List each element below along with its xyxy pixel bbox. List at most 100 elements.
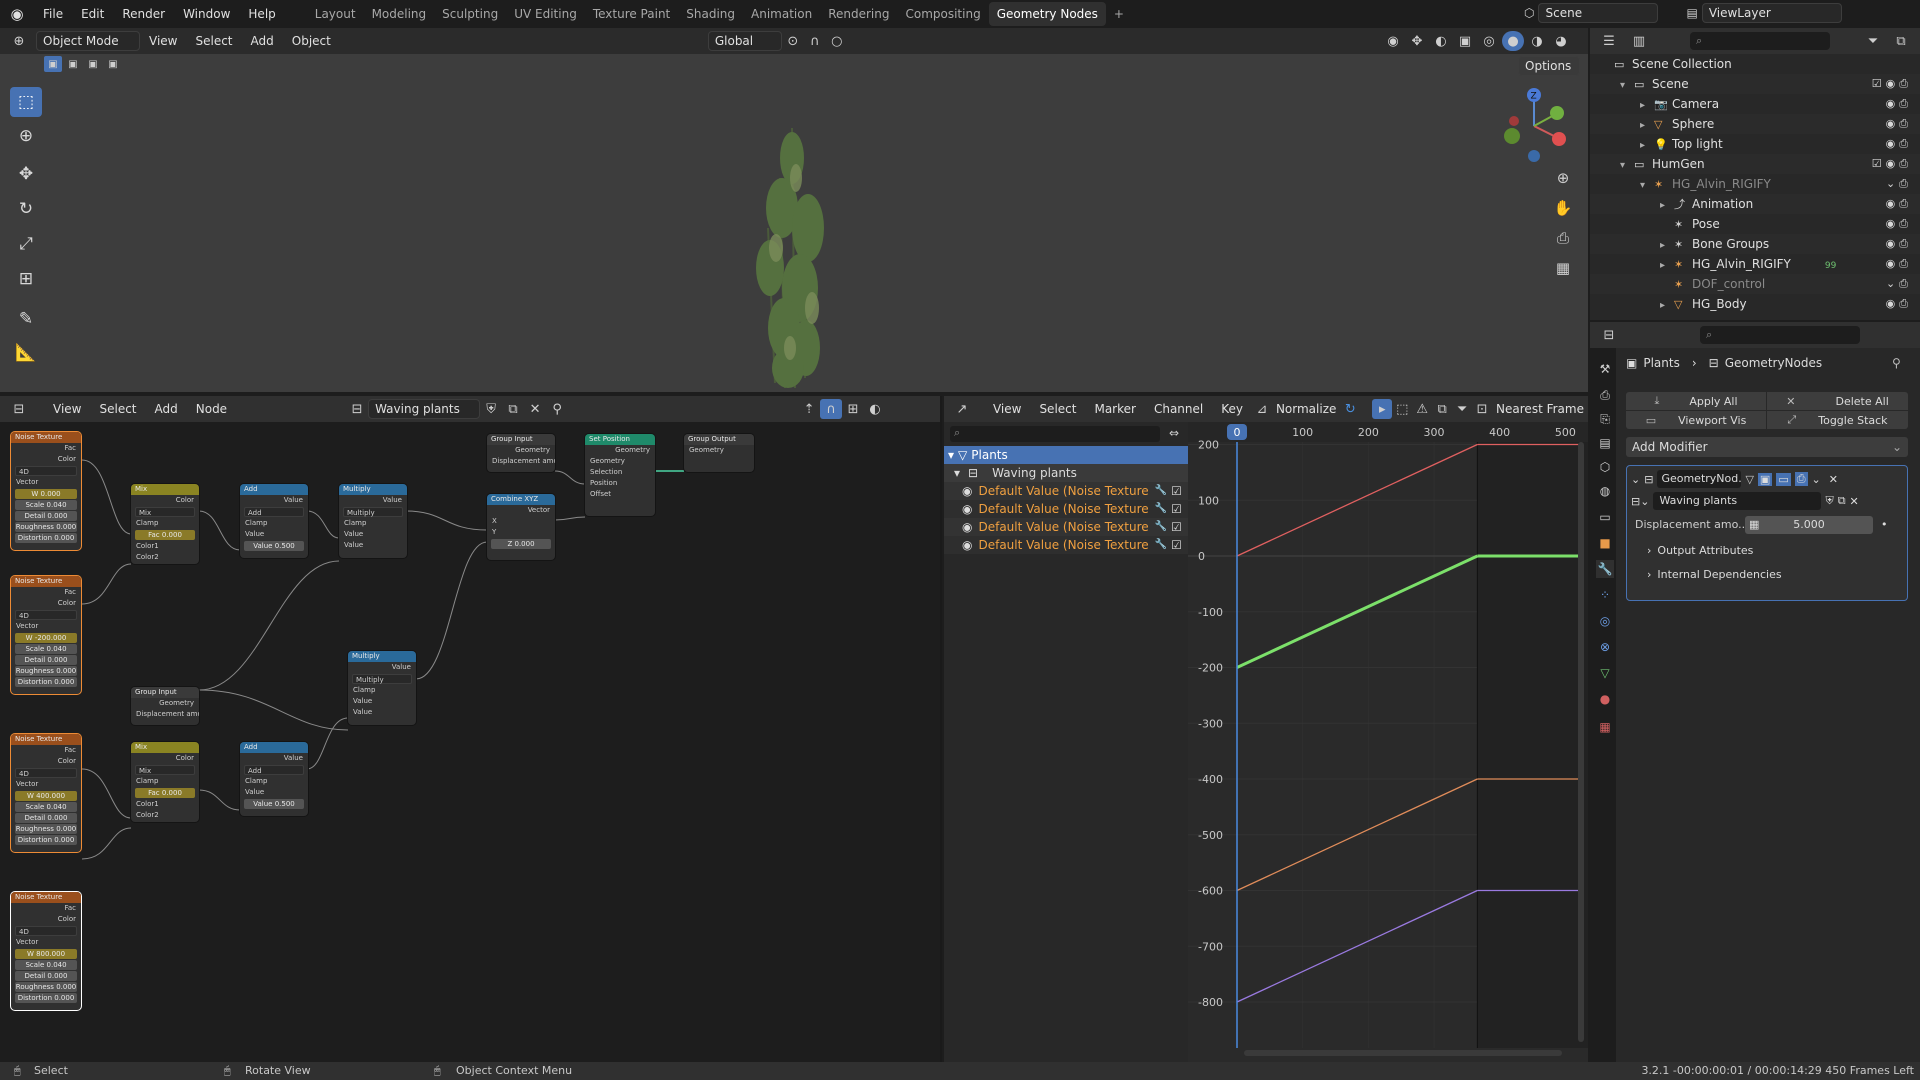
graph-menu-marker[interactable]: Marker (1085, 396, 1144, 422)
fcurve-channel-row[interactable]: ◉Default Value (Noise Texture🔧☑🔓 (944, 536, 1198, 554)
modifier-wrench-icon[interactable]: 🔧 (1155, 482, 1167, 500)
roughness-field[interactable]: Roughness 0.000 (15, 982, 77, 992)
tab-shading[interactable]: Shading (678, 2, 743, 26)
data-tab-icon[interactable]: ▽ (1596, 664, 1614, 682)
gizmo-icon[interactable]: ✥ (1406, 31, 1428, 51)
viewport-menu-view[interactable]: View (140, 28, 186, 54)
detail-field[interactable]: Detail 0.000 (15, 813, 77, 823)
expand-arrow-icon[interactable]: ▸ (1640, 136, 1654, 156)
render-tab-icon[interactable]: ⎙ (1596, 386, 1614, 404)
edit-mode-toggle-icon[interactable]: ▽ (1745, 473, 1753, 486)
duplicate-tree-icon[interactable]: ⧉ (502, 399, 524, 419)
viewport-toggle-icon[interactable]: ▭ (1776, 472, 1791, 486)
collapse-arrow-icon[interactable]: ▾ (1640, 176, 1654, 196)
clamp-checkbox[interactable]: Clamp (348, 685, 416, 696)
expand-arrow-icon[interactable]: ▸ (1660, 236, 1674, 256)
cage-toggle-icon[interactable]: ▣ (1757, 472, 1773, 486)
set-position-node[interactable]: Set Position Geometry Geometry Selection… (585, 434, 655, 516)
outliner-row[interactable]: ▸ ▽ Sphere ◉⎙ (1590, 114, 1920, 134)
mix-node-1[interactable]: Mix Color Mix Clamp Fac 0.000 Color1 Col… (131, 484, 199, 564)
eye-icon[interactable]: ◉ (962, 500, 972, 518)
node-menu-node[interactable]: Node (187, 396, 236, 422)
visibility-toggles[interactable]: ◉⎙ (1886, 114, 1912, 134)
mute-checkbox-icon[interactable]: ☑ (1171, 536, 1182, 554)
select-new-icon[interactable]: ▣ (44, 56, 62, 72)
graph-menu-key[interactable]: Key (1212, 396, 1252, 422)
outliner-filter-icon[interactable]: ⏷ (1862, 31, 1884, 51)
channel-search-input[interactable]: ⌕ (950, 426, 1160, 442)
annotate-tool-icon[interactable]: ✎ (10, 304, 42, 334)
modifier-wrench-icon[interactable]: 🔧 (1155, 500, 1167, 518)
outliner-row[interactable]: ▸ ✶ Bone Groups ◉⎙ (1590, 234, 1920, 254)
menu-edit[interactable]: Edit (72, 0, 113, 28)
scale-field[interactable]: Scale 0.040 (15, 960, 77, 970)
mute-checkbox-icon[interactable]: ☑ (1171, 500, 1182, 518)
collapse-arrow-icon[interactable]: ▾ (1620, 156, 1634, 176)
add-modifier-dropdown[interactable]: Add Modifier ⌄ (1626, 437, 1908, 457)
channel-object-row[interactable]: ▾ ⊟ Waving plants (944, 464, 1188, 482)
snap-grid-icon[interactable]: ⊞ (842, 399, 864, 419)
render-toggle-icon[interactable]: ⎙ (1794, 472, 1808, 486)
world-tab-icon[interactable]: ◍ (1596, 482, 1614, 500)
collapse-icon[interactable]: ⌄ (1631, 473, 1640, 486)
tab-animation[interactable]: Animation (743, 2, 820, 26)
collapse-arrow-icon[interactable]: ▾ (1620, 76, 1634, 96)
noise-texture-node-3[interactable]: Noise Texture Fac Color 4D Vector W 400.… (11, 734, 81, 852)
viewport-3d[interactable]: ⊕ Object Mode View Select Add Object Glo… (0, 28, 1588, 394)
keyframe-dot-icon[interactable]: • (1881, 518, 1888, 531)
move-tool-icon[interactable]: ✥ (10, 159, 42, 189)
rendered-shading-icon[interactable]: ◕ (1550, 31, 1572, 51)
outliner-row[interactable]: ▾ ▭ HumGen ☑◉⎙ (1590, 154, 1920, 174)
detail-field[interactable]: Detail 0.000 (15, 655, 77, 665)
multiply-node-1[interactable]: Multiply Value Multiply Clamp Value Valu… (339, 484, 407, 558)
distortion-field[interactable]: Distortion 0.000 (15, 835, 77, 845)
roughness-field[interactable]: Roughness 0.000 (15, 824, 77, 834)
outliner-row[interactable]: ▸ 💡 Top light ◉⎙ (1590, 134, 1920, 154)
properties-pin-icon[interactable]: ⚲ (1892, 356, 1901, 370)
expand-arrow-icon[interactable]: ▸ (1640, 96, 1654, 116)
eye-icon[interactable]: ◉ (962, 518, 972, 536)
clamp-checkbox[interactable]: Clamp (339, 518, 407, 529)
dimensions-select[interactable]: 4D (15, 610, 77, 620)
tab-geometry-nodes[interactable]: Geometry Nodes (988, 2, 1106, 26)
clamp-checkbox[interactable]: Clamp (240, 776, 308, 787)
only-errors-icon[interactable]: ⚠ (1412, 399, 1432, 419)
tab-texture-paint[interactable]: Texture Paint (585, 2, 678, 26)
select-subtract-icon[interactable]: ▣ (84, 56, 102, 72)
plant-object[interactable] (700, 98, 880, 398)
blend-mode-select[interactable]: Mix (135, 765, 195, 775)
new-collection-icon[interactable]: ⧉ (1890, 31, 1912, 51)
visibility-toggles[interactable]: ◉⎙ (1886, 214, 1912, 234)
apply-all-button[interactable]: ⤓ Apply All (1626, 392, 1766, 410)
zoom-icon[interactable]: ⊕ (1550, 169, 1576, 187)
graph-editor[interactable]: ↗ View Select Marker Channel Key ⊿ Norma… (944, 396, 1588, 1062)
operation-select[interactable]: Add (244, 765, 304, 775)
node-menu-view[interactable]: View (44, 396, 90, 422)
outliner-row[interactable]: ✶ Pose ◉⎙ (1590, 214, 1920, 234)
snap-node-icon[interactable]: ∩ (820, 399, 843, 419)
visibility-toggles[interactable]: ◉⎙ (1886, 94, 1912, 114)
dimensions-select[interactable]: 4D (15, 466, 77, 476)
visibility-toggles[interactable]: ⌄⎙ (1886, 174, 1912, 194)
rotate-tool-icon[interactable]: ↻ (10, 194, 42, 224)
visibility-toggles[interactable]: ◉⎙ (1886, 194, 1912, 214)
menu-render[interactable]: Render (113, 0, 174, 28)
node-tree-selector[interactable]: Waving plants (368, 399, 481, 419)
tab-sculpting[interactable]: Sculpting (434, 2, 506, 26)
roughness-field[interactable]: Roughness 0.000 (15, 666, 77, 676)
roughness-field[interactable]: Roughness 0.000 (15, 522, 77, 532)
visibility-toggles[interactable]: ◉⎙ (1886, 254, 1912, 274)
outliner-row[interactable]: ▸ ▽ HG_Body ◉⎙ (1590, 294, 1920, 314)
fac-field[interactable]: Fac 0.000 (135, 530, 195, 540)
tab-uv-editing[interactable]: UV Editing (506, 2, 585, 26)
channel-group-plants[interactable]: ▾ ▽ Plants (944, 446, 1188, 464)
select-intersect-icon[interactable]: ▣ (104, 56, 122, 72)
outliner[interactable]: ☰ ▥ ⌕ ⏷ ⧉ ▭ Scene Collection ▾ ▭ Scene ☑◉⎙ ▸ 📷 C… (1590, 28, 1920, 320)
dimensions-select[interactable]: 4D (15, 926, 77, 936)
duplicate-icon[interactable]: ⧉ (1838, 494, 1846, 508)
remove-modifier-icon[interactable]: ✕ (1829, 473, 1838, 486)
detail-field[interactable]: Detail 0.000 (15, 511, 77, 521)
scale-field[interactable]: Scale 0.040 (15, 802, 77, 812)
channel-filter-icon[interactable]: ⇔ (1164, 426, 1184, 442)
graph-menu-view[interactable]: View (984, 396, 1030, 422)
